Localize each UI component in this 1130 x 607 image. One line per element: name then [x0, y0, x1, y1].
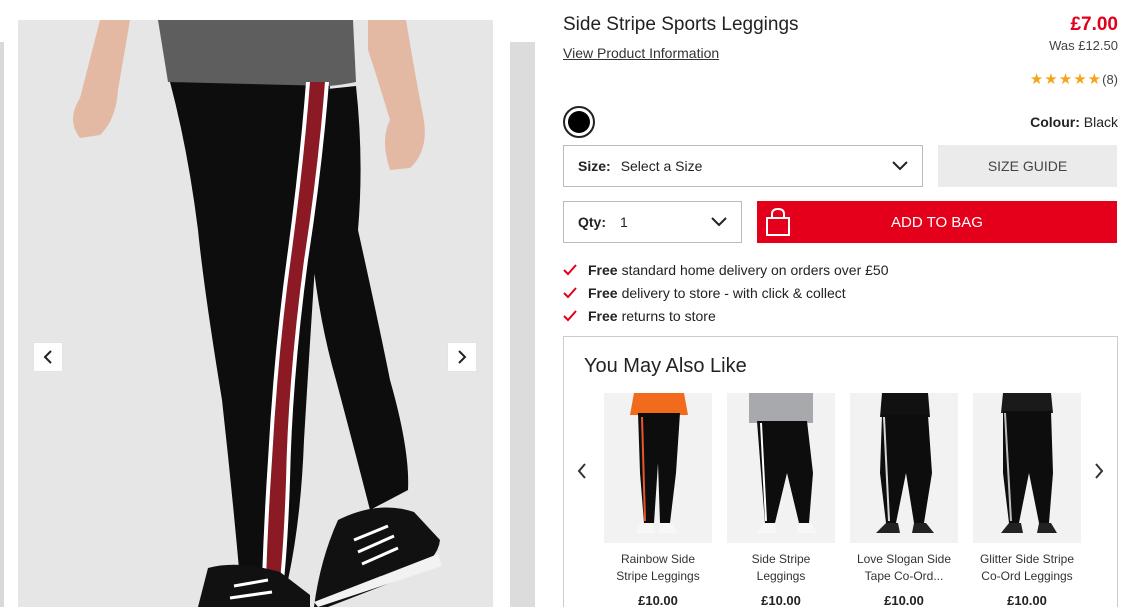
benefit-item: Free standard home delivery on orders ov…: [563, 258, 889, 281]
size-guide-button[interactable]: SIZE GUIDE: [938, 145, 1117, 187]
delivery-benefits: Free standard home delivery on orders ov…: [563, 258, 889, 327]
gallery-next-button[interactable]: [447, 342, 477, 372]
selected-colour: Colour: Black: [1030, 114, 1118, 130]
size-select[interactable]: Size: Select a Size: [563, 145, 923, 187]
chevron-right-icon: [1095, 463, 1104, 479]
you-may-also-like: You May Also Like Rainbow Side Stripe Le…: [563, 336, 1118, 607]
benefit-item: Free delivery to store - with click & co…: [563, 281, 889, 304]
chevron-left-icon: [43, 350, 52, 364]
recommendation-card[interactable]: Glitter Side Stripe Co-Ord Leggings £10.…: [973, 393, 1081, 607]
product-gallery: [0, 0, 545, 607]
qty-label: Qty:: [578, 214, 606, 230]
add-to-bag-button[interactable]: ADD TO BAG: [757, 201, 1117, 243]
product-price: £7.00: [1070, 14, 1118, 35]
chevron-right-icon: [458, 350, 467, 364]
benefit-bold: Free: [588, 284, 618, 301]
recommendation-name: Rainbow Side Stripe Leggings: [616, 552, 700, 583]
recommendation-image: [973, 393, 1081, 543]
benefit-text: returns to store: [621, 307, 716, 324]
recommendations-title: You May Also Like: [584, 355, 747, 377]
view-product-info-link[interactable]: View Product Information: [563, 45, 719, 61]
checkmark-icon: [563, 309, 581, 322]
chevron-down-icon: [892, 161, 908, 171]
chevron-down-icon: [711, 217, 727, 227]
size-value: Select a Size: [620, 158, 703, 174]
shopping-bag-icon: [766, 207, 790, 236]
recommendation-card[interactable]: Rainbow Side Stripe Leggings £10.00: [604, 393, 712, 607]
colour-swatch-black[interactable]: [563, 106, 595, 138]
star-icon: ★: [1058, 71, 1073, 88]
benefit-bold: Free: [588, 261, 618, 278]
recommendation-price: £10.00: [761, 593, 801, 607]
recommendation-image: [850, 393, 958, 543]
recommendation-price: £10.00: [638, 593, 678, 607]
checkmark-icon: [563, 263, 581, 276]
size-label: Size:: [578, 158, 611, 174]
star-icon: ★: [1087, 71, 1102, 88]
benefit-bold: Free: [588, 307, 618, 324]
recommendation-image: [727, 393, 835, 543]
product-rating[interactable]: ★ ★ ★ ★ ★ (8): [1030, 72, 1118, 87]
recommendation-name: Glitter Side Stripe Co-Ord Leggings: [979, 552, 1075, 583]
swatch-fill: [568, 111, 590, 133]
recommendations-prev-button[interactable]: [573, 459, 591, 483]
recommendation-card[interactable]: Love Slogan Side Tape Co-Ord... £10.00: [850, 393, 958, 607]
benefit-item: Free returns to store: [563, 304, 889, 327]
recommendation-card[interactable]: Side Stripe Leggings £10.00: [727, 393, 835, 607]
rating-count: (8): [1102, 72, 1118, 87]
star-icon: ★: [1073, 71, 1087, 88]
benefit-text: delivery to store - with click & collect: [621, 284, 846, 301]
gallery-previous-image-peek: [0, 42, 4, 607]
recommendation-name: Love Slogan Side Tape Co-Ord...: [856, 552, 952, 583]
checkmark-icon: [563, 286, 581, 299]
recommendation-image: [604, 393, 712, 543]
colour-value: Black: [1083, 114, 1118, 130]
qty-value: 1: [620, 214, 628, 230]
star-icon: ★: [1044, 71, 1058, 88]
colour-label: Colour:: [1030, 114, 1080, 130]
gallery-prev-button[interactable]: [33, 342, 63, 372]
gallery-next-image-peek: [510, 42, 535, 607]
add-to-bag-label: ADD TO BAG: [891, 213, 983, 231]
benefit-text: standard home delivery on orders over £5…: [621, 261, 889, 278]
chevron-left-icon: [577, 463, 586, 479]
recommendation-name: Side Stripe Leggings: [751, 552, 811, 583]
was-price: Was £12.50: [1049, 38, 1118, 53]
star-icon: ★: [1029, 71, 1044, 88]
recommendation-price: £10.00: [884, 593, 924, 607]
recommendations-next-button[interactable]: [1090, 459, 1108, 483]
product-main-image[interactable]: [18, 20, 493, 607]
recommendation-price: £10.00: [1007, 593, 1047, 607]
quantity-select[interactable]: Qty: 1: [563, 201, 742, 243]
product-title: Side Stripe Sports Leggings: [563, 14, 799, 35]
